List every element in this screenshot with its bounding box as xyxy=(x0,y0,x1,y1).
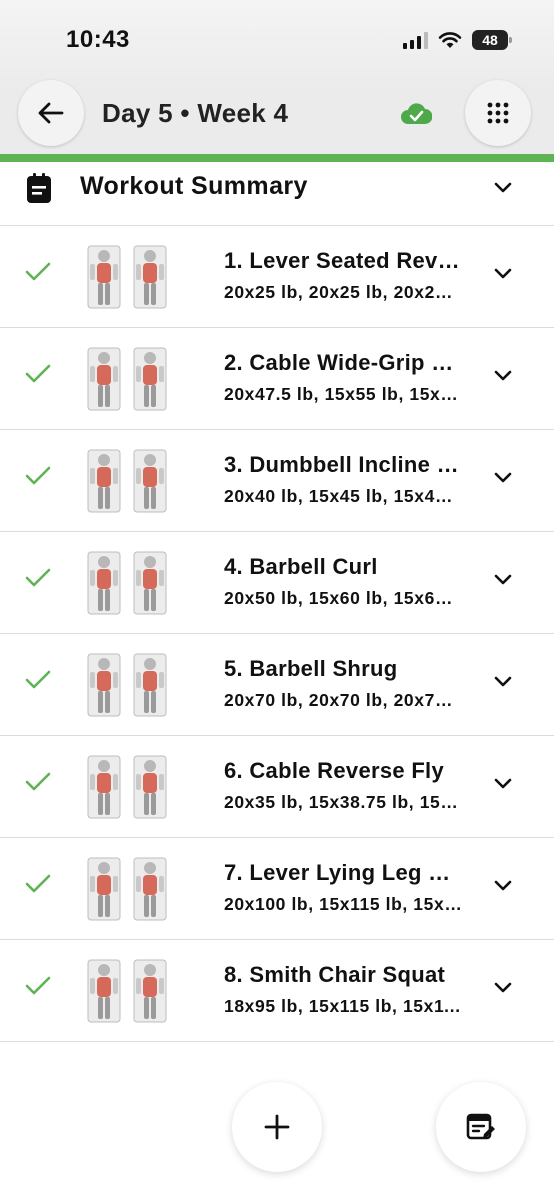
grid-dots-icon xyxy=(487,102,509,124)
arrow-left-icon xyxy=(38,102,64,124)
exercise-sets: 20x47.5 lb, 15x55 lb, 15x55 lb xyxy=(224,384,462,404)
status-time: 10:43 xyxy=(66,26,130,53)
exercise-row[interactable]: 2. Cable Wide-Grip Lat Pulldown 20x47.5 l… xyxy=(0,328,554,430)
exercise-name: 3. Dumbbell Incline Fly xyxy=(224,452,462,477)
exercise-sets: 20x35 lb, 15x38.75 lb, 15x38.75 lb xyxy=(224,792,462,812)
check-icon[interactable] xyxy=(24,566,52,590)
exercise-sets: 20x25 lb, 20x25 lb, 20x25 lb xyxy=(224,282,462,302)
chevron-down-icon[interactable] xyxy=(493,180,513,194)
exercise-sets: 18x95 lb, 15x115 lb, 15x115 lb xyxy=(224,996,462,1016)
exercise-name: 6. Cable Reverse Fly xyxy=(224,758,445,783)
clipboard-icon xyxy=(27,173,51,203)
exercise-sets: 20x100 lb, 15x115 lb, 15x115 lb xyxy=(224,894,462,914)
exercise-thumbnail xyxy=(87,347,167,411)
plus-icon xyxy=(264,1114,290,1140)
menu-grid-button[interactable] xyxy=(465,80,531,146)
exercise-row[interactable]: 3. Dumbbell Incline Fly 20x40 lb, 15x45 l… xyxy=(0,430,554,532)
exercise-row[interactable]: 8. Smith Chair Squat 18x95 lb, 15x115 lb,… xyxy=(0,940,554,1042)
check-icon[interactable] xyxy=(24,872,52,896)
progress-divider xyxy=(0,154,554,162)
exercise-thumbnail xyxy=(87,653,167,717)
chevron-down-icon[interactable] xyxy=(493,368,513,382)
back-button[interactable] xyxy=(18,80,84,146)
workout-notes-button[interactable] xyxy=(436,1082,526,1172)
exercise-thumbnail xyxy=(87,959,167,1023)
cloud-check-icon[interactable] xyxy=(400,100,432,128)
exercise-row[interactable]: 7. Lever Lying Leg Curl 20x100 lb, 15x115… xyxy=(0,838,554,940)
check-icon[interactable] xyxy=(24,362,52,386)
check-icon[interactable] xyxy=(24,464,52,488)
exercise-name: 5. Barbell Shrug xyxy=(224,656,398,681)
page-title: Day 5 • Week 4 xyxy=(102,98,289,128)
chevron-down-icon[interactable] xyxy=(493,572,513,586)
exercise-row[interactable]: 1. Lever Seated Reverse Fly 20x25 lb, 20x… xyxy=(0,226,554,328)
exercise-row[interactable]: 5. Barbell Shrug 20x70 lb, 20x70 lb, 20x7… xyxy=(0,634,554,736)
status-icons: 48 xyxy=(403,30,512,50)
wifi-icon xyxy=(438,32,462,48)
exercise-sets: 20x70 lb, 20x70 lb, 20x70 lb xyxy=(224,690,462,710)
chevron-down-icon[interactable] xyxy=(493,878,513,892)
status-bar: 10:43 48 xyxy=(0,0,554,82)
exercise-row[interactable]: 4. Barbell Curl 20x50 lb, 15x60 lb, 15x60… xyxy=(0,532,554,634)
battery-icon: 48 xyxy=(472,30,512,50)
chevron-down-icon[interactable] xyxy=(493,266,513,280)
check-icon[interactable] xyxy=(24,974,52,998)
exercise-name: 7. Lever Lying Leg Curl xyxy=(224,860,462,885)
check-icon[interactable] xyxy=(24,668,52,692)
notes-edit-icon xyxy=(466,1113,495,1140)
check-icon[interactable] xyxy=(24,260,52,284)
workout-summary-row[interactable]: Workout Summary xyxy=(0,162,554,226)
exercise-name: 2. Cable Wide-Grip Lat Pulldown xyxy=(224,350,462,375)
chevron-down-icon[interactable] xyxy=(493,776,513,790)
workout-summary-label: Workout Summary xyxy=(80,172,308,200)
exercise-thumbnail xyxy=(87,245,167,309)
exercise-name: 8. Smith Chair Squat xyxy=(224,962,446,987)
chevron-down-icon[interactable] xyxy=(493,674,513,688)
exercise-sets: 20x50 lb, 15x60 lb, 15x60 lb xyxy=(224,588,462,608)
check-icon[interactable] xyxy=(24,770,52,794)
exercise-thumbnail xyxy=(87,857,167,921)
chevron-down-icon[interactable] xyxy=(493,470,513,484)
chevron-down-icon[interactable] xyxy=(493,980,513,994)
exercise-thumbnail xyxy=(87,755,167,819)
exercise-row[interactable]: 6. Cable Reverse Fly 20x35 lb, 15x38.75 l… xyxy=(0,736,554,838)
signal-icon xyxy=(403,31,428,49)
exercise-thumbnail xyxy=(87,551,167,615)
exercise-sets: 20x40 lb, 15x45 lb, 15x45 lb xyxy=(224,486,462,506)
nav-bar: Day 5 • Week 4 xyxy=(0,80,554,154)
exercise-name: 4. Barbell Curl xyxy=(224,554,378,579)
add-exercise-button[interactable] xyxy=(232,1082,322,1172)
exercise-thumbnail xyxy=(87,449,167,513)
exercise-name: 1. Lever Seated Reverse Fly xyxy=(224,248,462,273)
